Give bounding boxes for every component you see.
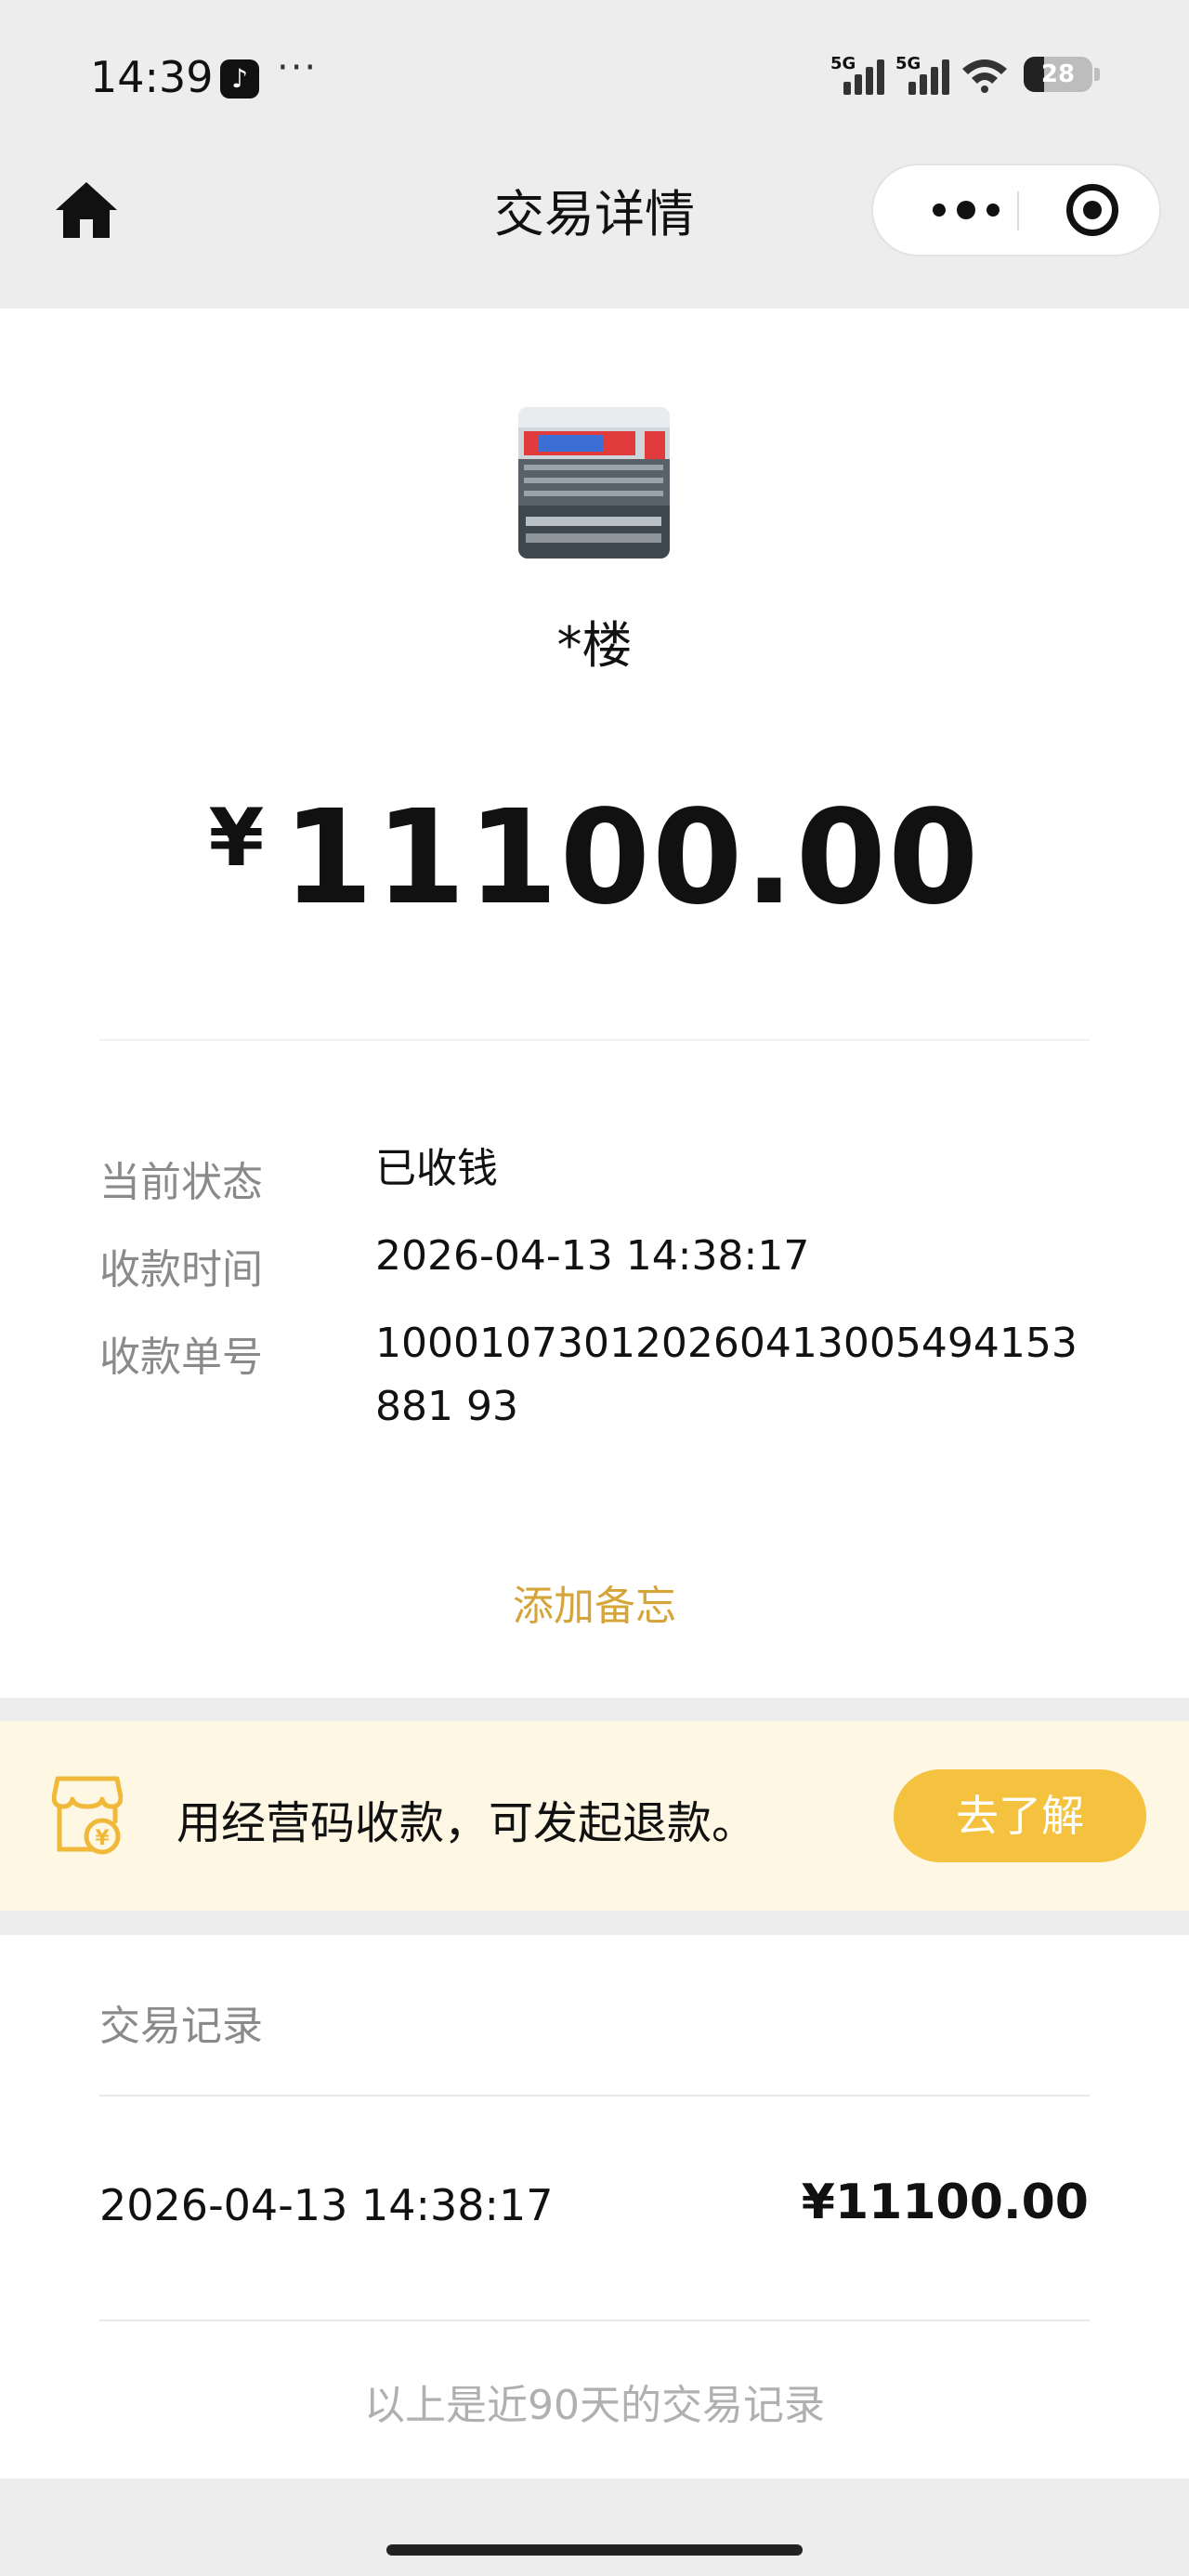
record-amount: ¥11100.00 (801, 2175, 1089, 2230)
amount-value: 11100.00 (282, 782, 981, 934)
close-target-icon[interactable] (1066, 184, 1118, 236)
status-indicators: 5G 5G 28 (830, 54, 1100, 95)
records-footer: 以上是近90天的交易记录 (364, 2382, 825, 2429)
merchant-avatar (518, 407, 670, 559)
capsule-divider (1017, 191, 1019, 230)
divider (99, 2095, 1090, 2096)
banner-text: 用经营码收款，可发起退款。 (176, 1797, 757, 1849)
signal-icon: 5G (830, 54, 884, 95)
svg-text:¥: ¥ (95, 1827, 110, 1850)
currency-symbol: ¥ (208, 792, 265, 885)
records-title: 交易记录 (99, 2003, 263, 2050)
merchant-name: *楼 (556, 616, 633, 675)
status-time: 14:39 (90, 52, 214, 102)
battery-tip (1094, 68, 1100, 81)
add-note-link[interactable]: 添加备忘 (0, 1572, 1189, 1632)
detail-label: 当前状态 (99, 1159, 263, 1206)
refund-promo-banner: ¥ 用经营码收款，可发起退款。 去了解 (0, 1721, 1189, 1911)
signal-icon: 5G (895, 54, 949, 95)
detail-value: 已收钱 (375, 1145, 498, 1192)
tiktok-icon: ♪ (220, 59, 259, 99)
wifi-icon (962, 59, 1007, 93)
detail-label: 收款单号 (99, 1334, 263, 1381)
divider (99, 1039, 1090, 1041)
transaction-records: 交易记录 2026-04-13 14:38:17 ¥11100.00 以上是近9… (0, 1935, 1189, 2478)
more-dots-icon[interactable] (910, 165, 1022, 255)
amount-display: ¥11100.00 (0, 782, 1189, 934)
more-notifications-icon: ··· (277, 46, 319, 89)
mini-program-capsule (871, 164, 1161, 256)
record-time: 2026-04-13 14:38:17 (99, 2180, 554, 2230)
divider (99, 2320, 1090, 2321)
home-indicator (386, 2544, 803, 2556)
learn-more-button[interactable]: 去了解 (894, 1769, 1146, 1862)
battery-icon: 28 (1024, 57, 1092, 92)
shop-yuan-icon: ¥ (52, 1776, 123, 1855)
detail-label: 收款时间 (99, 1246, 263, 1294)
transaction-card: *楼 ¥11100.00 当前状态 已收钱 收款时间 2026-04-13 14… (0, 309, 1189, 1698)
detail-value: 2026-04-13 14:38:17 (375, 1232, 810, 1280)
detail-value: 100010730120260413005494153881 93 (375, 1320, 1078, 1430)
status-bar: 14:39 ♪ ··· 5G 5G 28 (0, 0, 1189, 158)
